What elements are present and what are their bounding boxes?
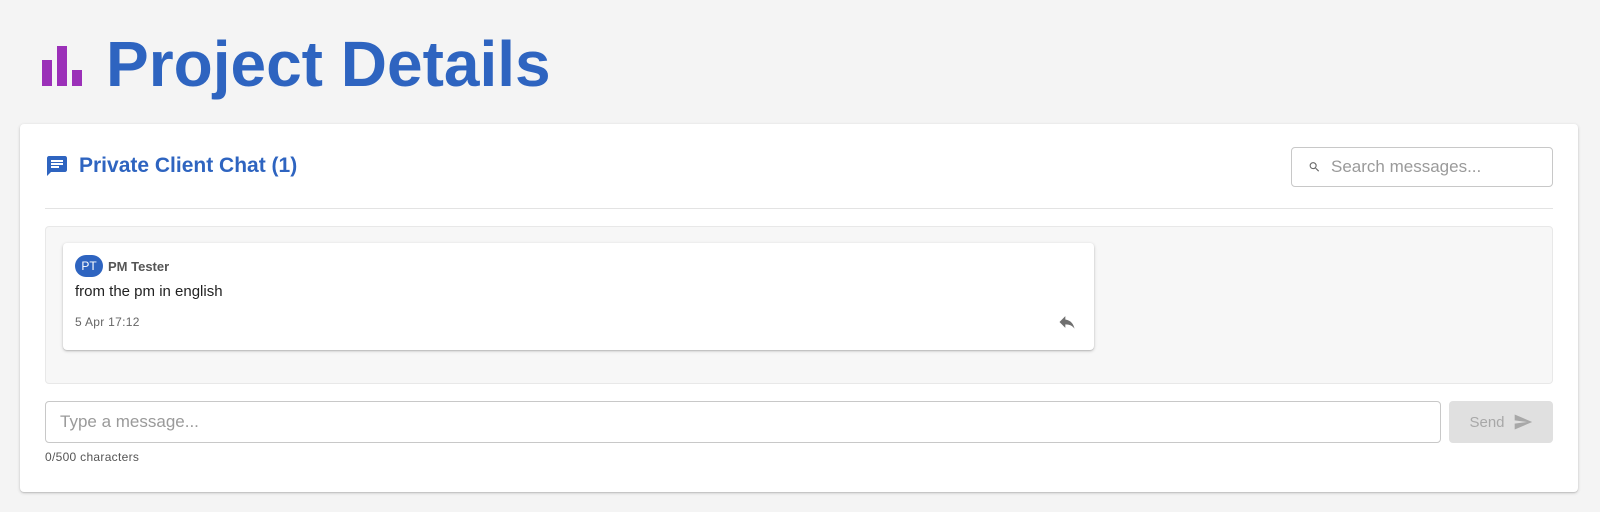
reply-button[interactable] <box>1054 309 1080 335</box>
character-counter: 0/500 characters <box>45 450 140 464</box>
bar-chart-icon <box>42 46 82 86</box>
chat-header: Private Client Chat (1) <box>45 146 1553 209</box>
page-header: Project Details <box>42 28 551 100</box>
search-input[interactable] <box>1331 152 1552 182</box>
message-timestamp: 5 Apr 17:12 <box>75 315 140 329</box>
message-item: PT PM Tester from the pm in english 5 Ap… <box>63 243 1094 350</box>
chat-card: Private Client Chat (1) PT PM Tester fro… <box>20 124 1578 492</box>
search-box[interactable] <box>1291 147 1553 187</box>
send-icon <box>1514 414 1532 430</box>
messages-area[interactable]: PT PM Tester from the pm in english 5 Ap… <box>45 226 1553 384</box>
send-button[interactable]: Send <box>1449 401 1553 443</box>
avatar: PT <box>75 255 103 277</box>
message-input[interactable] <box>45 401 1441 443</box>
send-button-label: Send <box>1469 413 1505 431</box>
message-text: from the pm in english <box>75 283 223 300</box>
chat-title: Private Client Chat (1) <box>79 154 298 177</box>
message-header: PT PM Tester <box>75 255 169 277</box>
search-icon <box>1309 162 1320 172</box>
page-title: Project Details <box>106 28 551 100</box>
chat-title-group: Private Client Chat (1) <box>45 154 297 178</box>
chat-bubble-icon <box>47 156 67 176</box>
message-sender: PM Tester <box>108 258 170 274</box>
reply-icon <box>1059 316 1075 329</box>
